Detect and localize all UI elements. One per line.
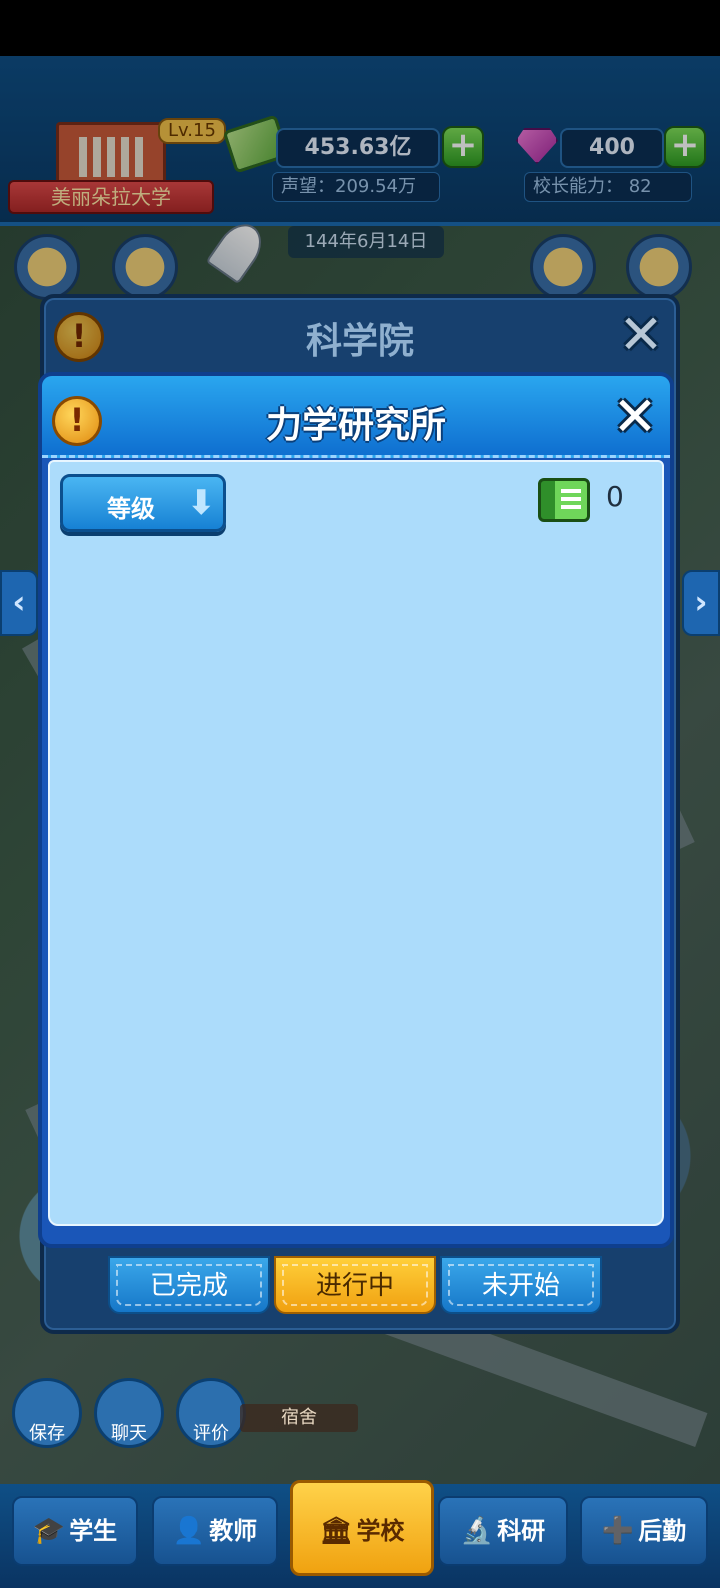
dormitory-label[interactable]: 宿舍 (240, 1404, 358, 1432)
tab-not-started[interactable]: 未开始 (440, 1256, 602, 1314)
book-count: 0 (606, 480, 624, 513)
teacher-icon: 👤 (172, 1516, 206, 1546)
sort-label: 等级 (107, 495, 155, 523)
save-label: 保存 (29, 1423, 65, 1444)
tab-in-progress[interactable]: 进行中 (274, 1256, 436, 1314)
nav-logistics[interactable]: ➕ 后勤 (580, 1496, 708, 1566)
tab-completed[interactable]: 已完成 (108, 1256, 270, 1314)
school-icon: 🏛 (319, 1516, 353, 1546)
dialog-header: ! 力学研究所 ✕ (42, 376, 670, 458)
graduation-cap-icon: 🎓 (32, 1516, 66, 1546)
chat-button[interactable]: 聊天 (94, 1378, 164, 1448)
arrow-left-icon[interactable]: ‹ (0, 570, 38, 636)
logistics-icon: ➕ (601, 1516, 635, 1546)
nav-teachers[interactable]: 👤 教师 (152, 1496, 278, 1566)
nav-label: 后勤 (638, 1517, 687, 1545)
nav-school[interactable]: 🏛 学校 (290, 1480, 434, 1576)
nav-label: 学校 (356, 1517, 405, 1545)
arrow-down-icon: ⬇ (187, 483, 216, 523)
nav-label: 学生 (69, 1517, 118, 1545)
nav-label: 教师 (209, 1517, 258, 1545)
dialog-body: 等级 ⬇ 0 (48, 460, 664, 1226)
save-button[interactable]: 保存 (12, 1378, 82, 1448)
chat-label: 聊天 (111, 1423, 147, 1444)
review-label: 评价 (193, 1423, 229, 1444)
nav-label: 科研 (497, 1517, 546, 1545)
arrow-right-icon[interactable]: › (682, 570, 720, 636)
science-academy-title: 科学院 (305, 321, 414, 362)
status-bar (0, 0, 720, 56)
book-icon (538, 478, 590, 522)
microscope-icon: 🔬 (460, 1516, 494, 1546)
nav-research[interactable]: 🔬 科研 (438, 1496, 568, 1566)
sort-by-level-button[interactable]: 等级 ⬇ (60, 474, 226, 532)
close-icon[interactable]: ✕ (610, 390, 660, 444)
close-icon[interactable]: ✕ (616, 308, 666, 362)
review-button[interactable]: 评价 (176, 1378, 246, 1448)
mechanics-institute-dialog: ! 力学研究所 ✕ 等级 ⬇ 0 (38, 372, 674, 1248)
nav-students[interactable]: 🎓 学生 (12, 1496, 138, 1566)
dialog-title: 力学研究所 (265, 405, 446, 446)
